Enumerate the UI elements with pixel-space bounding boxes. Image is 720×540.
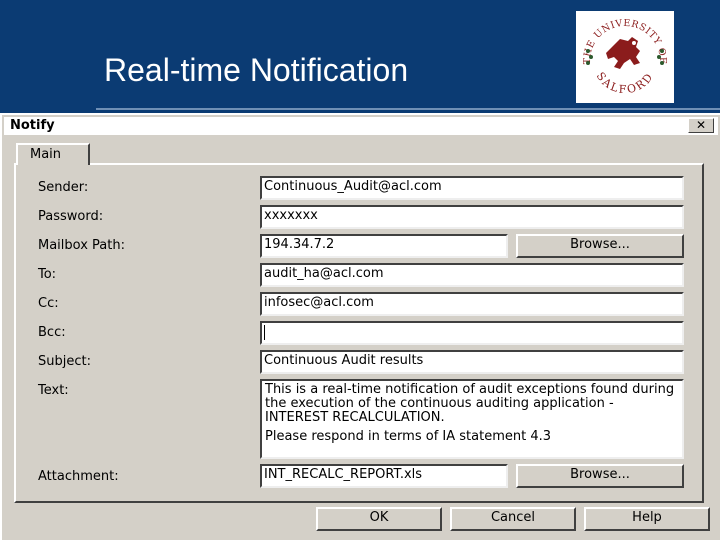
- bcc-label: Bcc:: [38, 325, 66, 340]
- bcc-input[interactable]: [260, 321, 684, 345]
- text-label: Text:: [38, 383, 69, 398]
- lion-crest-icon: THE UNIVERSITY OF SALFORD: [582, 18, 667, 97]
- attachment-input[interactable]: INT_RECALC_REPORT.xls: [260, 464, 508, 488]
- cancel-button[interactable]: Cancel: [450, 507, 576, 531]
- browse-mailbox-button[interactable]: Browse...: [516, 234, 684, 258]
- attachment-label: Attachment:: [38, 469, 119, 484]
- subject-input[interactable]: Continuous Audit results: [260, 350, 684, 374]
- message-paragraph: Please respond in terms of IA statement …: [265, 429, 551, 444]
- to-label: To:: [38, 267, 57, 282]
- dialog-title: Notify: [10, 118, 55, 133]
- password-input[interactable]: xxxxxxx: [260, 205, 684, 229]
- slide-title: Real-time Notification: [104, 52, 409, 88]
- text-caret: [264, 325, 265, 340]
- to-input[interactable]: audit_ha@acl.com: [260, 263, 684, 287]
- svg-text:SALFORD: SALFORD: [594, 70, 657, 97]
- mailbox-path-label: Mailbox Path:: [38, 238, 125, 253]
- mailbox-path-input[interactable]: 194.34.7.2: [260, 234, 508, 258]
- close-icon: ✕: [695, 118, 707, 132]
- cc-input[interactable]: infosec@acl.com: [260, 292, 684, 316]
- sender-label: Sender:: [38, 180, 89, 195]
- message-text-area[interactable]: This is a real-time notification of audi…: [260, 379, 684, 459]
- dialog-titlebar: Notify ✕: [4, 117, 718, 135]
- subject-label: Subject:: [38, 354, 91, 369]
- close-button[interactable]: ✕: [688, 118, 714, 133]
- browse-attachment-button[interactable]: Browse...: [516, 464, 684, 488]
- sender-input[interactable]: Continuous_Audit@acl.com: [260, 176, 684, 200]
- message-paragraph: This is a real-time notification of audi…: [265, 382, 675, 425]
- help-button[interactable]: Help: [584, 507, 710, 531]
- ok-button[interactable]: OK: [316, 507, 442, 531]
- title-divider: [96, 108, 720, 110]
- tab-main[interactable]: Main: [16, 143, 90, 165]
- password-label: Password:: [38, 209, 104, 224]
- notify-dialog: Notify ✕ Main Sender: Password: Mailbox …: [0, 113, 720, 540]
- university-logo: THE UNIVERSITY OF SALFORD: [576, 11, 674, 103]
- cc-label: Cc:: [38, 296, 59, 311]
